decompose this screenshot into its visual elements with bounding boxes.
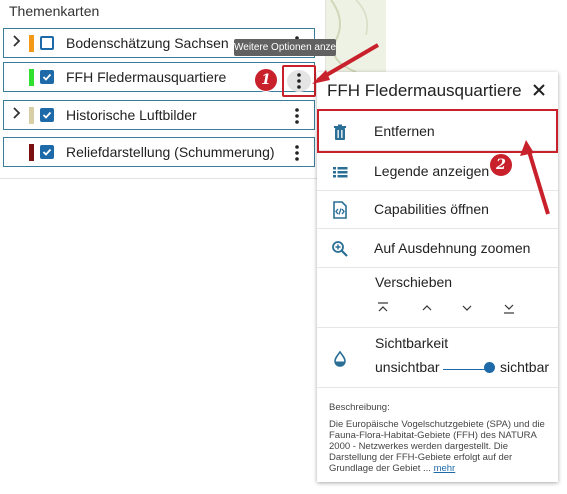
layer-label: Historische Luftbilder [66, 107, 197, 123]
description-more-link[interactable]: mehr [434, 463, 456, 474]
more-options-button[interactable] [282, 65, 316, 97]
description-heading: Beschreibung: [329, 402, 390, 413]
more-vert-icon[interactable] [288, 143, 306, 163]
layer-visibility-checkbox[interactable] [40, 145, 54, 159]
open-capabilities-button[interactable]: Capabilities öffnen [317, 190, 558, 229]
divider [317, 387, 558, 388]
visibility-label: Sichtbarkeit [375, 335, 449, 351]
list-icon [331, 163, 349, 181]
visibility-max-label: sichtbar [500, 359, 550, 375]
options-panel-title: FFH Fledermausquartiere [327, 81, 522, 100]
layer-color-swatch [29, 107, 34, 124]
move-label: Verschieben [375, 274, 453, 290]
layer-label: Reliefdarstellung (Schummerung) [66, 144, 275, 160]
visibility-min-label: unsichtbar [375, 359, 440, 375]
more-vert-icon[interactable] [288, 106, 306, 126]
layer-options-panel: FFH Fledermausquartiere Entfernen Legend… [317, 72, 558, 482]
layer-color-swatch [29, 35, 34, 52]
zoom-label: Auf Ausdehnung zoomen [374, 240, 531, 256]
layer-label: FFH Fledermausquartiere [66, 69, 227, 85]
theme-maps-panel: Themenkarten Bodenschätzung Sachsen FFH … [0, 0, 326, 179]
move-down-icon[interactable] [459, 300, 475, 316]
move-up-icon[interactable] [419, 300, 435, 316]
layer-visibility-checkbox[interactable] [40, 36, 54, 50]
layer-color-swatch [29, 69, 34, 86]
move-to-bottom-icon[interactable] [501, 300, 517, 316]
more-vert-icon [297, 73, 301, 89]
zoom-in-icon [331, 240, 349, 258]
layer-label: Bodenschätzung Sachsen [66, 35, 229, 51]
visibility-slider-thumb[interactable] [484, 362, 495, 373]
panel-title: Themenkarten [9, 3, 100, 19]
description-block: Beschreibung: Die Europäische Vogelschut… [329, 402, 549, 474]
layer-color-swatch [29, 144, 34, 161]
close-icon[interactable] [531, 82, 547, 98]
step-badge-2: 2 [489, 153, 513, 177]
more-options-tooltip: Weitere Optionen anzeigen [234, 39, 336, 56]
step-badge-1: 1 [254, 68, 278, 92]
layer-item-historische-luftbilder[interactable]: Historische Luftbilder [3, 100, 315, 130]
zoom-to-extent-button[interactable]: Auf Ausdehnung zoomen [317, 229, 558, 268]
opacity-drop-icon [331, 350, 349, 368]
remove-highlight-frame [317, 109, 558, 153]
move-to-top-icon[interactable] [375, 300, 391, 316]
capabilities-label: Capabilities öffnen [374, 201, 489, 217]
divider [317, 327, 558, 328]
legend-label: Legende anzeigen [374, 163, 490, 179]
map-background[interactable] [326, 0, 386, 73]
layer-visibility-checkbox[interactable] [40, 108, 54, 122]
xml-file-icon [331, 201, 349, 219]
layer-visibility-checkbox[interactable] [40, 70, 54, 84]
chevron-right-icon[interactable] [12, 34, 22, 51]
layer-item-reliefdarstellung[interactable]: Reliefdarstellung (Schummerung) [3, 137, 315, 167]
show-legend-button[interactable]: Legende anzeigen [317, 152, 558, 191]
chevron-right-icon[interactable] [12, 106, 22, 123]
